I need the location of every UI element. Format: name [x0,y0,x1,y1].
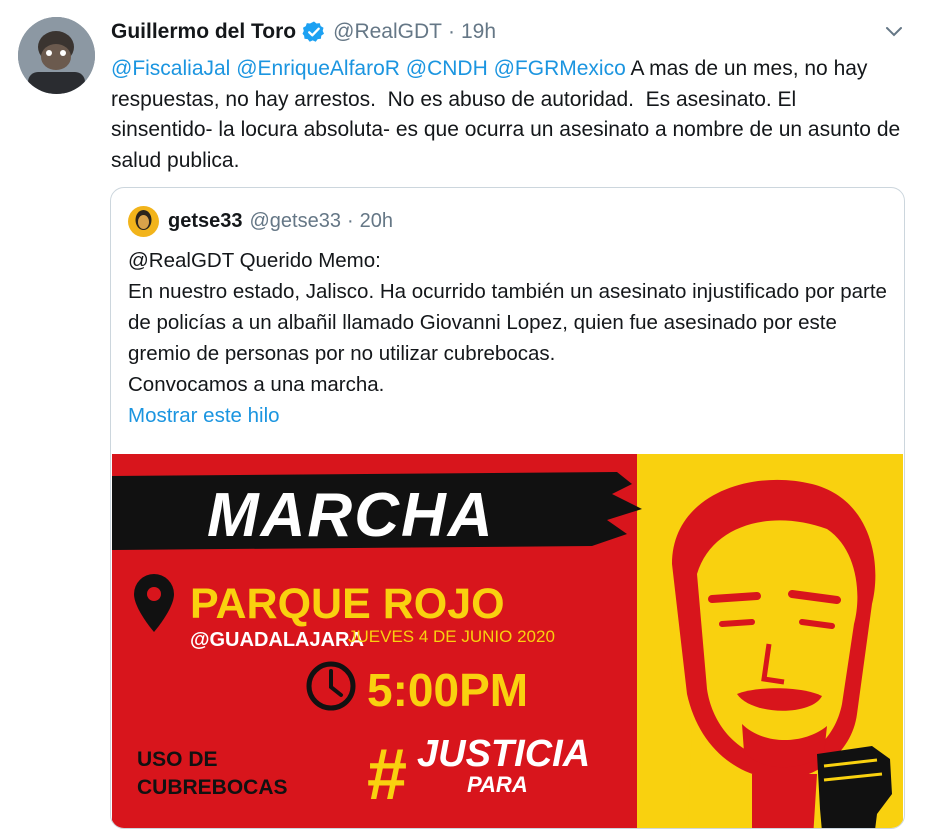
avatar-image [18,17,95,94]
mention-link[interactable]: @CNDH [406,57,488,80]
poster-place: PARQUE ROJO [190,580,505,628]
quoted-tweet-header: getse33 @getse33 · 20h [128,206,393,237]
tweet-text: @FiscaliaJal @EnriqueAlfaroR @CNDH @FGRM… [111,54,901,176]
quoted-tweet-text: @RealGDT Querido Memo: En nuestro estado… [128,249,887,396]
quoted-timestamp[interactable]: 20h [360,210,393,233]
mention-link[interactable]: @FiscaliaJal [111,57,230,80]
quoted-author-avatar[interactable] [128,206,159,237]
mention-link[interactable]: @FGRMexico [494,57,626,80]
poster-graphic: MARCHA PARQUE ROJO @GUADALAJARA JUEVES 4… [112,454,903,828]
separator-dot: · [447,20,455,43]
poster-mask-line2: CUBREBOCAS [137,776,288,799]
author-name[interactable]: Guillermo del Toro [111,20,296,44]
poster-hashtag-word1: JUSTICIA [417,733,590,775]
poster-hour: 5:00PM [367,664,528,716]
separator-dot: · [346,210,354,232]
quoted-tweet[interactable]: getse33 @getse33 · 20h @RealGDT Querido … [110,187,905,829]
poster-hashtag-word2: PARA [467,772,528,797]
poster-title: MARCHA [207,481,495,550]
verified-badge-icon [302,20,326,44]
chevron-down-icon[interactable] [884,24,904,40]
author-avatar[interactable] [18,17,95,94]
poster-hashtag-mark: # [367,735,407,815]
poster-city: @GUADALAJARA [190,629,364,651]
mention-link[interactable]: @EnriqueAlfaroR [236,57,400,80]
show-thread-link[interactable]: Mostrar este hilo [128,404,280,428]
poster-mask-line1: USO DE [137,748,218,771]
quoted-author-handle[interactable]: @getse33 [250,210,341,233]
tweet-header: Guillermo del Toro @RealGDT · 19h [111,20,496,44]
tweet-media-image[interactable]: MARCHA PARQUE ROJO @GUADALAJARA JUEVES 4… [112,454,903,828]
quoted-author-name[interactable]: getse33 [168,210,243,233]
poster-date: JUEVES 4 DE JUNIO 2020 [348,627,555,646]
author-handle[interactable]: @RealGDT [333,20,442,44]
tweet-timestamp[interactable]: 19h [461,20,496,44]
